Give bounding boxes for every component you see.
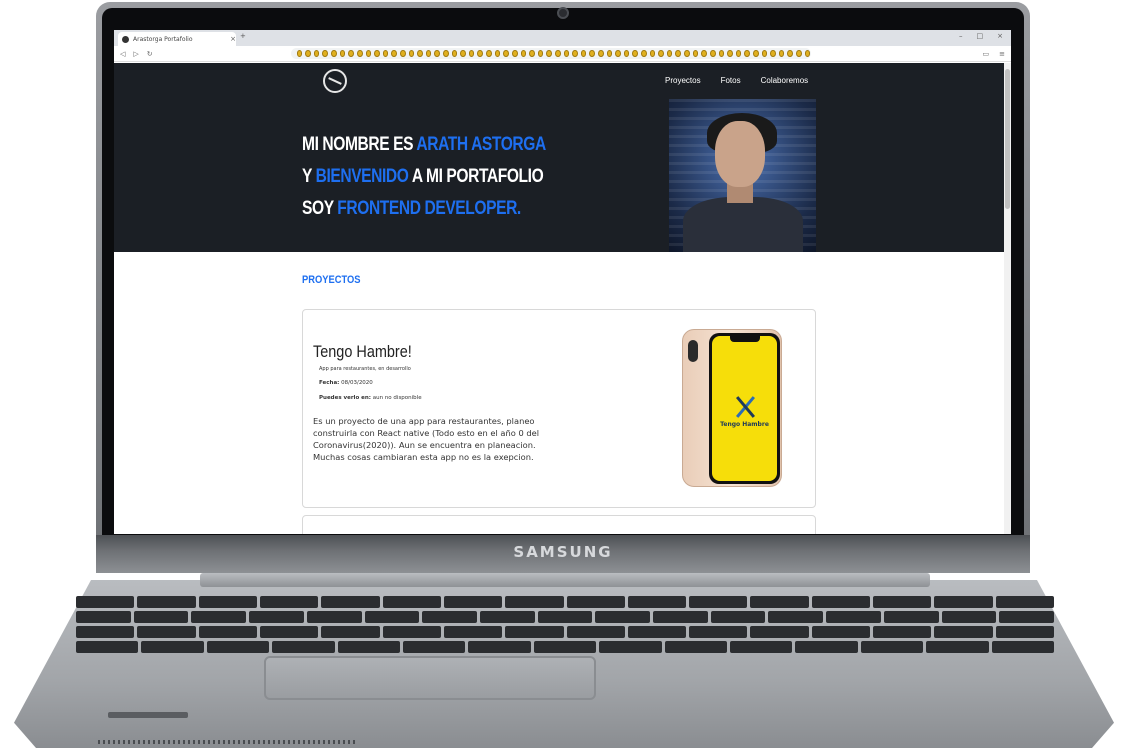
hero-section: Proyectos Fotos Colaboremos MI NOMBRE ES… [114, 63, 1004, 252]
site-logo-icon[interactable] [323, 69, 347, 93]
site-nav: Proyectos Fotos Colaboremos [665, 76, 808, 85]
menu-icon[interactable]: ≡ [999, 50, 1005, 58]
tab-title: Arastorga Portafolio [133, 35, 193, 43]
close-window-button[interactable]: × [997, 32, 1003, 40]
hero-text: Y [302, 166, 316, 187]
project-date: Fecha: 08/03/2020 [319, 380, 373, 386]
hero-text: SOY [302, 198, 338, 219]
nav-item-fotos[interactable]: Fotos [721, 76, 741, 85]
address-bar: ◁ ▷ ↻ ▭ ≡ [114, 46, 1011, 62]
speaker-grille [98, 740, 358, 744]
close-tab-icon[interactable]: × [230, 35, 236, 43]
window-controls: – □ × [959, 32, 1003, 40]
project-card[interactable] [302, 515, 816, 534]
new-tab-button[interactable]: + [240, 32, 246, 40]
minimize-button[interactable]: – [959, 32, 963, 40]
web-page: Proyectos Fotos Colaboremos MI NOMBRE ES… [114, 63, 1004, 534]
browser-tab[interactable]: Arastorga Portafolio × [118, 32, 236, 46]
project-card[interactable]: Tengo Hambre! App para restaurantes, en … [302, 309, 816, 508]
hero-role: FRONTEND DEVELOPER. [337, 198, 521, 219]
project-link: Puedes verlo en: aun no disponible [319, 395, 422, 401]
tab-bar: Arastorga Portafolio × + – □ × [114, 30, 1011, 46]
nav-item-proyectos[interactable]: Proyectos [665, 76, 701, 85]
forward-icon[interactable]: ▷ [133, 50, 138, 58]
browser-window: Arastorga Portafolio × + – □ × ◁ ▷ ↻ ▭ ≡… [114, 30, 1011, 534]
laptop-hinge [200, 573, 930, 587]
hero-welcome: BIENVENIDO [315, 166, 409, 187]
nav-item-colaboremos[interactable]: Colaboremos [761, 76, 809, 85]
hero-text: A MI PORTAFOLIO [408, 166, 544, 187]
section-title: PROYECTOS [302, 274, 361, 286]
scrollbar[interactable] [1004, 63, 1011, 534]
app-name: Tengo Hambre [720, 421, 769, 428]
keyboard [76, 596, 1055, 656]
phone-mockup: Tengo Hambre [682, 329, 782, 487]
extension-icon[interactable]: ▭ [983, 50, 990, 58]
reload-icon[interactable]: ↻ [147, 50, 153, 58]
project-title: Tengo Hambre! [313, 342, 412, 361]
webcam-icon [557, 7, 569, 19]
url-input[interactable] [290, 48, 811, 59]
project-description: Es un proyecto de una app para restauran… [313, 416, 540, 462]
hero-text: MI NOMBRE ES [302, 134, 417, 155]
favicon-icon [122, 35, 129, 43]
trackpad [264, 656, 596, 700]
profile-photo [669, 99, 816, 252]
fork-knife-icon [734, 396, 756, 418]
hero-name: ARATH ASTORGA [416, 134, 546, 155]
project-subtitle: App para restaurantes, en desarrollo [319, 366, 411, 372]
brand-logo: SAMSUNG [513, 543, 613, 561]
card-slot [108, 712, 188, 718]
maximize-button[interactable]: □ [977, 32, 984, 40]
hero-heading: MI NOMBRE ES ARATH ASTORGA Y BIENVENIDO … [302, 129, 546, 225]
projects-section: PROYECTOS Tengo Hambre! App para restaur… [114, 252, 1004, 534]
laptop-brand-bar: SAMSUNG [96, 535, 1030, 573]
back-icon[interactable]: ◁ [120, 50, 125, 58]
